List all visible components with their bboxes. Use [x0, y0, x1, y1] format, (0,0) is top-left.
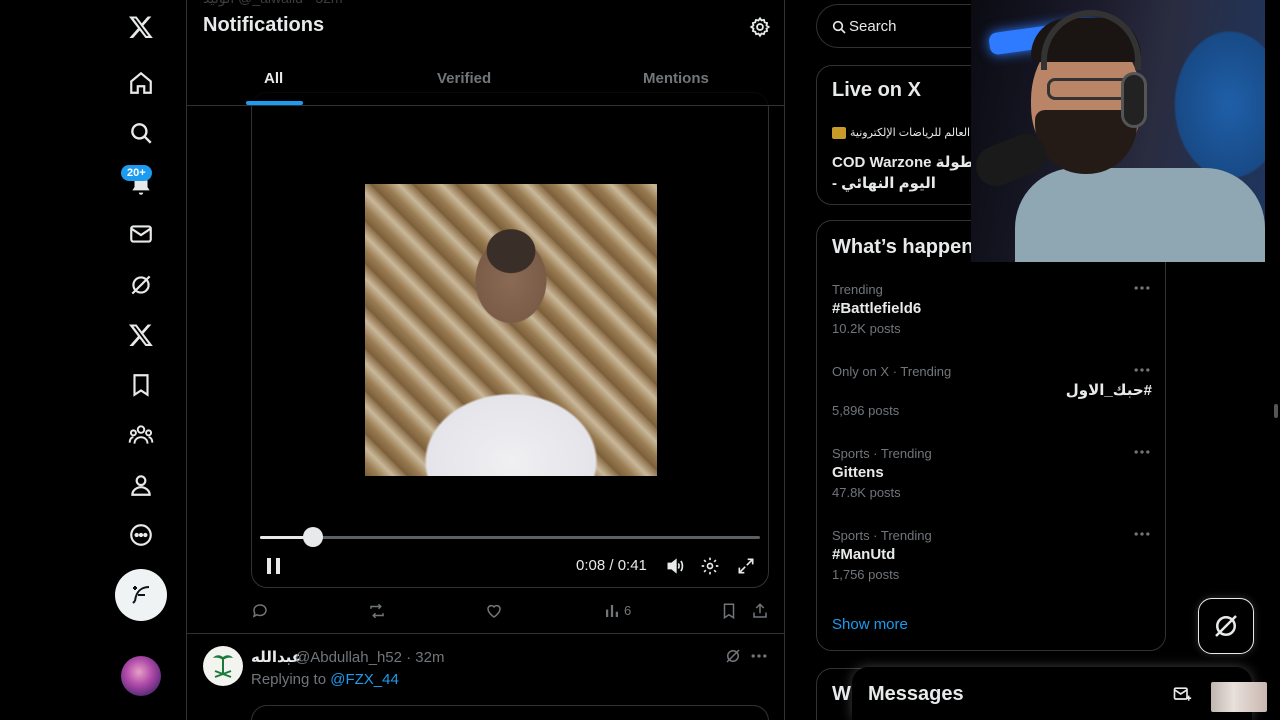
webcam-person-glasses	[1047, 78, 1131, 100]
more-options-icon[interactable]	[1132, 280, 1152, 296]
trend-meta: Sports · Trending	[832, 528, 932, 543]
volume-icon[interactable]	[665, 556, 685, 576]
feather-icon	[132, 586, 150, 604]
premium-icon[interactable]	[121, 315, 161, 355]
more-options-icon[interactable]	[1132, 526, 1152, 542]
home-icon[interactable]	[121, 63, 161, 103]
scrollbar-thumb[interactable]	[1274, 404, 1278, 418]
repost-icon[interactable]	[368, 602, 386, 620]
reply-author-handle[interactable]: @Abdullah_h52 · 32m	[295, 649, 445, 666]
active-tab-indicator	[246, 101, 303, 105]
notifications-timeline: 0:08 / 0:41 6 عبدالله @Abdullah_h52 · 32…	[186, 0, 785, 720]
trend-meta: Sports · Trending	[832, 446, 932, 461]
tab-mentions[interactable]: Mentions	[643, 70, 709, 87]
gear-icon[interactable]	[749, 16, 771, 38]
trend-item[interactable]: Trending #Battlefield6 10.2K posts	[832, 282, 1152, 336]
page-title: Notifications	[203, 14, 325, 36]
live-broadcast-title[interactable]: بطولة COD Warzone	[832, 153, 980, 171]
more-options-icon[interactable]	[749, 646, 769, 666]
webcam-overlay	[971, 0, 1265, 262]
headphone-icon	[1121, 72, 1147, 128]
reply-media-card[interactable]	[251, 705, 769, 720]
messages-title: Messages	[868, 683, 964, 705]
notification-tabs: All Verified Mentions	[187, 56, 784, 106]
show-more-link[interactable]: Show more	[832, 616, 908, 633]
trend-name: Gittens	[832, 464, 884, 481]
trend-item[interactable]: Sports · Trending Gittens 47.8K posts	[832, 446, 1152, 500]
notifications-badge: 20+	[121, 165, 152, 181]
views-icon[interactable]	[603, 602, 621, 620]
host-logo-icon	[832, 127, 846, 140]
profile-icon[interactable]	[121, 465, 161, 505]
trend-name: #Battlefield6	[832, 300, 922, 317]
communities-icon[interactable]	[121, 415, 161, 455]
message-thumbnail	[1211, 682, 1267, 712]
x-logo-icon[interactable]	[121, 7, 161, 47]
more-options-icon[interactable]	[1132, 362, 1152, 378]
live-panel-title: Live on X	[832, 79, 921, 101]
trend-name: #ManUtd	[832, 546, 896, 563]
live-broadcast-subtitle[interactable]: اليوم النهائي -	[832, 174, 936, 192]
pause-icon[interactable]	[264, 555, 284, 577]
replying-prefix: Replying to	[251, 671, 331, 688]
trend-item[interactable]: Sports · Trending #ManUtd 1,756 posts	[832, 528, 1152, 582]
post-action-bar: 6	[251, 600, 769, 622]
new-message-icon[interactable]	[1172, 684, 1192, 704]
trend-count: 10.2K posts	[832, 321, 901, 336]
account-avatar[interactable]	[121, 656, 161, 696]
video-frame[interactable]	[365, 184, 657, 476]
video-scrubber-handle[interactable]	[302, 527, 323, 547]
webcam-person-body	[1015, 168, 1265, 262]
grok-button[interactable]	[1198, 598, 1254, 654]
video-scrubber[interactable]	[260, 536, 760, 539]
grok-icon[interactable]	[724, 647, 742, 665]
trend-name: #حبك_الاول	[1065, 382, 1152, 399]
reply-author-avatar[interactable]	[203, 646, 243, 686]
bookmarks-icon[interactable]	[121, 365, 161, 405]
row-divider	[187, 633, 784, 634]
reply-icon[interactable]	[251, 602, 269, 620]
bookmark-icon[interactable]	[720, 602, 738, 620]
trend-item[interactable]: Only on X · Trending #حبك_الاول 5,896 po…	[832, 364, 1152, 418]
views-count: 6	[624, 603, 632, 618]
palm-emblem-icon	[213, 655, 233, 678]
grok-icon[interactable]	[121, 265, 161, 305]
messages-drawer[interactable]: Messages	[852, 667, 1267, 720]
more-options-icon[interactable]	[1132, 444, 1152, 460]
trend-count: 1,756 posts	[832, 567, 900, 582]
like-icon[interactable]	[485, 602, 503, 620]
trend-count: 47.8K posts	[832, 485, 901, 500]
messages-icon[interactable]	[121, 214, 161, 254]
search-icon[interactable]	[121, 113, 161, 153]
whats-happening-panel: What’s happening Trending #Battlefield6 …	[816, 220, 1166, 651]
tab-all[interactable]: All	[264, 70, 283, 87]
fullscreen-icon[interactable]	[736, 556, 756, 576]
replying-to-link[interactable]: @FZX_44	[330, 671, 399, 688]
video-time: 0:08 / 0:41	[576, 557, 647, 574]
tab-verified[interactable]: Verified	[437, 70, 491, 87]
left-navigation: 20+	[96, 0, 186, 720]
video-player[interactable]: 0:08 / 0:41	[251, 92, 769, 588]
share-icon[interactable]	[751, 602, 769, 620]
page-header: الوليد @_alwalid · 32m Notifications All…	[187, 0, 784, 106]
more-icon[interactable]	[121, 515, 161, 555]
compose-post-button[interactable]	[115, 569, 167, 621]
who-to-follow-title: W	[832, 683, 851, 705]
video-settings-icon[interactable]	[700, 556, 720, 576]
grok-icon	[1215, 615, 1237, 637]
trend-meta: Only on X · Trending	[832, 364, 952, 379]
scrolled-post-header: الوليد @_alwalid · 32m	[203, 0, 343, 8]
trend-meta: Trending	[832, 282, 883, 297]
replying-to: Replying to @FZX_44	[251, 671, 399, 688]
search-icon	[832, 20, 846, 34]
trend-count: 5,896 posts	[832, 403, 900, 418]
